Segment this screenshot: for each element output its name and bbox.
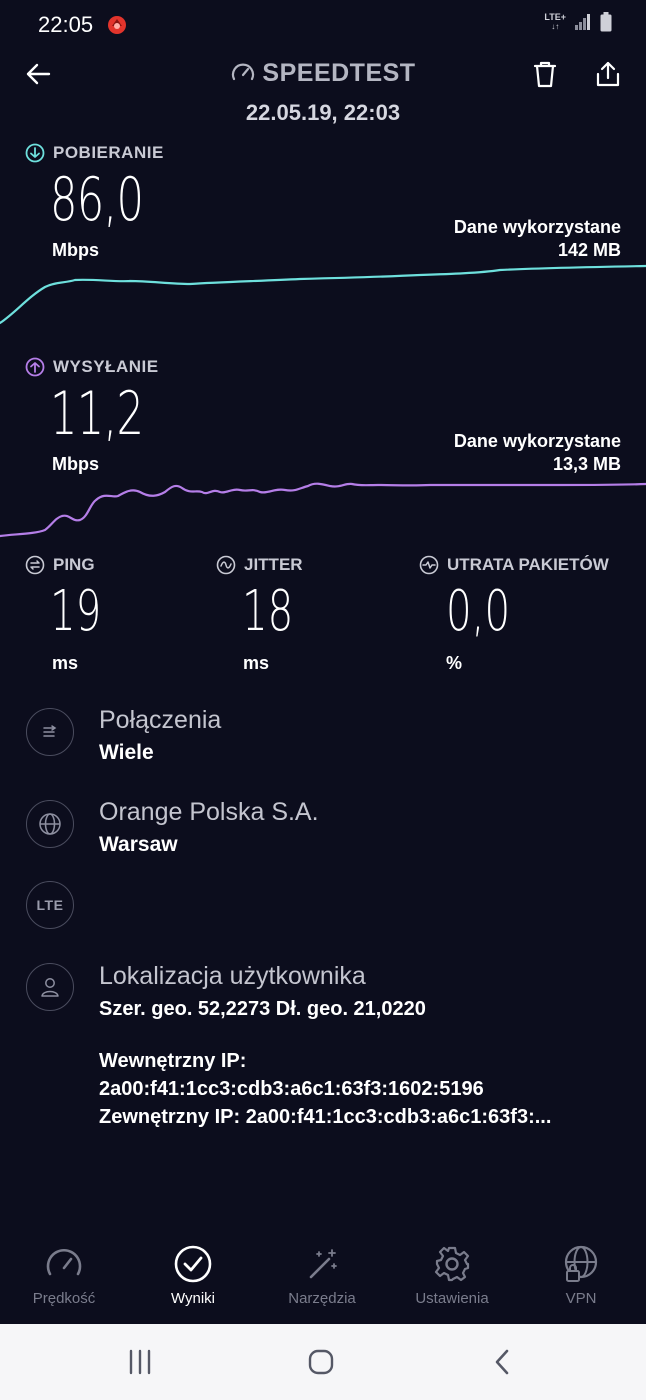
speedometer-icon bbox=[46, 1248, 82, 1276]
jitter-label: JITTER bbox=[216, 555, 303, 575]
upload-data-used-label: Dane wykorzystane bbox=[453, 431, 621, 451]
download-speed-value: 86,0 bbox=[50, 165, 144, 235]
ping-label: PING bbox=[25, 555, 95, 575]
network-type-circle: LTE bbox=[26, 881, 74, 929]
location-icon-circle bbox=[26, 963, 74, 1011]
home-icon bbox=[308, 1349, 334, 1375]
nav-results[interactable]: Wyniki bbox=[133, 1244, 253, 1307]
connections-value: Wiele bbox=[99, 741, 154, 764]
provider-name: Orange Polska S.A. bbox=[99, 798, 319, 826]
user-icon bbox=[41, 978, 59, 997]
nav-speed[interactable]: Prędkość bbox=[4, 1244, 124, 1307]
download-arrow-icon bbox=[25, 143, 45, 163]
user-location-title: Lokalizacja użytkownika bbox=[99, 962, 366, 990]
check-circle-icon bbox=[174, 1245, 212, 1283]
ping-value: 19 bbox=[50, 579, 102, 644]
upload-arrow-icon bbox=[25, 357, 45, 377]
recent-apps-icon bbox=[129, 1349, 151, 1375]
external-ip: Zewnętrzny IP: 2a00:f41:1cc3:cdb3:a6c1:6… bbox=[99, 1106, 552, 1128]
packet-loss-value: 0,0 bbox=[446, 579, 511, 644]
packet-loss-label: UTRATA PAKIETÓW bbox=[419, 555, 609, 575]
nav-settings[interactable]: Ustawienia bbox=[392, 1244, 512, 1307]
status-icons: LTE+ ↓↑ bbox=[544, 12, 612, 32]
lte-badge: LTE bbox=[36, 897, 64, 913]
network-type-indicator: LTE+ ↓↑ bbox=[544, 12, 566, 32]
ping-icon bbox=[25, 555, 45, 575]
test-datetime: 22.05.19, 22:03 bbox=[245, 100, 401, 125]
signal-icon bbox=[575, 14, 590, 30]
nav-tools-label: Narzędzia bbox=[288, 1290, 356, 1307]
packet-loss-unit: % bbox=[446, 653, 463, 673]
jitter-unit: ms bbox=[243, 653, 270, 673]
gear-icon bbox=[434, 1246, 470, 1282]
provider-icon-circle bbox=[26, 800, 74, 848]
nav-vpn-label: VPN bbox=[565, 1290, 597, 1307]
internal-ip-label: Wewnętrzny IP: bbox=[99, 1050, 247, 1072]
connections-title: Połączenia bbox=[99, 706, 222, 734]
ping-unit: ms bbox=[52, 653, 79, 673]
packet-loss-icon bbox=[419, 555, 439, 575]
jitter-value: 18 bbox=[242, 579, 294, 644]
jitter-icon bbox=[216, 555, 236, 575]
delete-button[interactable] bbox=[527, 56, 563, 92]
internal-ip-value: 2a00:f41:1cc3:cdb3:a6c1:63f3:1602:5196 bbox=[99, 1078, 484, 1100]
chevron-left-icon bbox=[495, 1349, 509, 1375]
multiple-connections-icon bbox=[43, 725, 57, 737]
share-icon bbox=[596, 61, 620, 87]
server-location: Warsaw bbox=[99, 833, 178, 856]
share-button[interactable] bbox=[590, 56, 626, 92]
globe-icon bbox=[39, 813, 61, 835]
system-navigation-bar bbox=[0, 1324, 646, 1400]
system-back-button[interactable] bbox=[478, 1342, 526, 1382]
download-label: POBIERANIE bbox=[25, 143, 164, 163]
home-button[interactable] bbox=[297, 1342, 345, 1382]
nav-vpn[interactable]: VPN bbox=[521, 1244, 641, 1307]
user-coordinates: Szer. geo. 52,2273 Dł. geo. 21,0220 bbox=[99, 998, 426, 1020]
recent-apps-button[interactable] bbox=[116, 1342, 164, 1382]
notification-app-icon bbox=[106, 13, 128, 40]
magic-wand-icon bbox=[309, 1249, 337, 1279]
speedometer-icon bbox=[232, 63, 255, 81]
battery-icon bbox=[600, 12, 612, 32]
nav-settings-label: Ustawienia bbox=[415, 1290, 489, 1307]
nav-tools[interactable]: Narzędzia bbox=[262, 1244, 382, 1307]
download-speed-graph bbox=[0, 264, 646, 325]
nav-speed-label: Prędkość bbox=[32, 1290, 96, 1307]
status-time: 22:05 bbox=[38, 12, 94, 37]
upload-speed-value: 11,2 bbox=[50, 379, 144, 449]
upload-label: WYSYŁANIE bbox=[25, 357, 159, 377]
connections-icon-circle bbox=[26, 708, 74, 756]
upload-speed-graph bbox=[0, 482, 646, 538]
vpn-globe-lock-icon bbox=[564, 1245, 598, 1282]
trash-icon bbox=[533, 61, 557, 88]
nav-results-label: Wyniki bbox=[170, 1290, 216, 1307]
download-data-used-label: Dane wykorzystane bbox=[453, 217, 621, 237]
